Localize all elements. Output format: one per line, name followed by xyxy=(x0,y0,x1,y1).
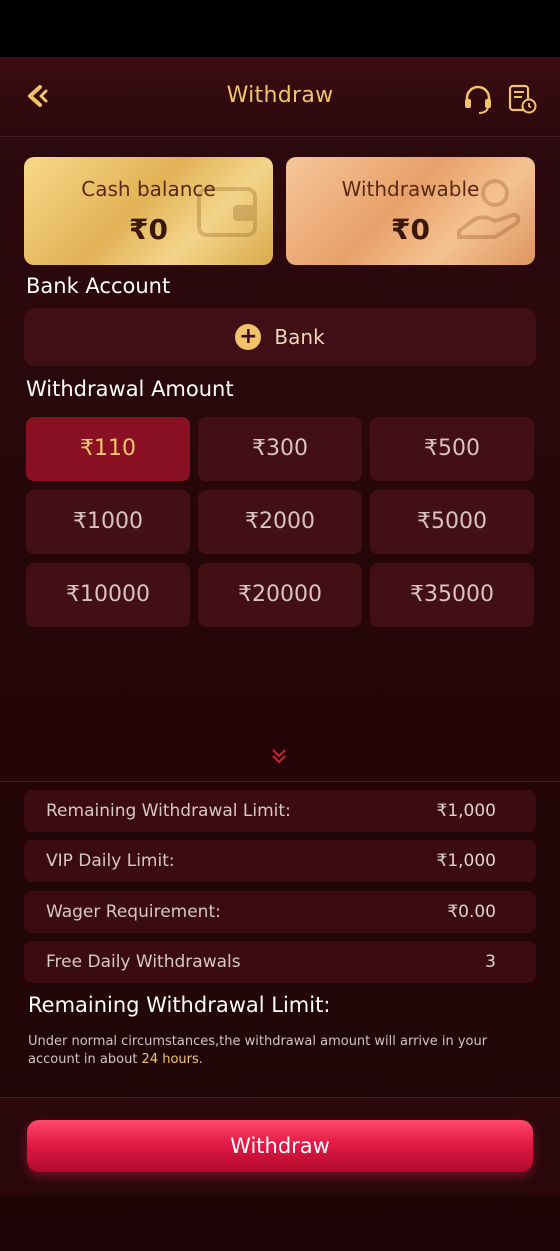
status-bar xyxy=(0,0,560,57)
add-bank-label: Bank xyxy=(274,325,325,349)
expand-more-button[interactable] xyxy=(268,745,290,767)
withdraw-button[interactable]: Withdraw xyxy=(27,1120,533,1172)
note-highlight: 24 hours xyxy=(141,1052,199,1067)
note-heading: Remaining Withdrawal Limit: xyxy=(28,993,331,1017)
cash-balance-label: Cash balance xyxy=(81,177,216,201)
amount-option-5000[interactable]: ₹5000 xyxy=(370,490,534,554)
double-chevron-down-icon xyxy=(272,749,286,764)
section-divider xyxy=(0,781,560,782)
cash-balance-card: Cash balance ₹0 xyxy=(24,157,273,265)
amount-option-300[interactable]: ₹300 xyxy=(198,417,362,481)
vip-daily-limit-label: VIP Daily Limit: xyxy=(46,851,175,871)
withdrawable-card: Withdrawable ₹0 xyxy=(286,157,535,265)
amount-option-20000[interactable]: ₹20000 xyxy=(198,563,362,627)
vip-daily-limit-value: ₹1,000 xyxy=(436,851,496,871)
withdrawable-label: Withdrawable xyxy=(341,177,480,201)
withdrawal-amount-heading: Withdrawal Amount xyxy=(26,377,234,401)
note-text: Under normal circumstances,the withdrawa… xyxy=(28,1034,488,1067)
plus-circle-icon: + xyxy=(235,324,262,350)
withdrawable-value: ₹0 xyxy=(391,213,430,246)
cash-balance-value: ₹0 xyxy=(129,213,168,246)
app-header: Withdraw xyxy=(0,57,560,137)
amount-option-35000[interactable]: ₹35000 xyxy=(370,563,534,627)
free-daily-withdrawals-row: Free Daily Withdrawals 3 xyxy=(24,941,536,983)
wager-requirement-label: Wager Requirement: xyxy=(46,902,221,922)
withdraw-screen: Withdraw Cash balance ₹0 Withdrawable ₹0… xyxy=(0,57,560,1251)
amount-option-2000[interactable]: ₹2000 xyxy=(198,490,362,554)
add-bank-button[interactable]: + Bank xyxy=(24,308,536,366)
customer-support-button[interactable] xyxy=(462,83,494,115)
free-daily-withdrawals-label: Free Daily Withdrawals xyxy=(46,952,241,972)
bank-account-heading: Bank Account xyxy=(26,274,171,298)
note-text-end: . xyxy=(198,1052,203,1067)
amount-option-500[interactable]: ₹500 xyxy=(370,417,534,481)
vip-daily-limit-row: VIP Daily Limit: ₹1,000 xyxy=(24,840,536,882)
remaining-limit-row: Remaining Withdrawal Limit: ₹1,000 xyxy=(24,790,536,832)
headset-icon xyxy=(465,85,491,114)
remaining-limit-value: ₹1,000 xyxy=(436,801,496,821)
amount-option-110[interactable]: ₹110 xyxy=(26,417,190,481)
record-history-icon xyxy=(508,84,537,114)
free-daily-withdrawals-value: 3 xyxy=(485,952,496,972)
remaining-limit-label: Remaining Withdrawal Limit: xyxy=(46,801,291,821)
withdrawal-history-button[interactable] xyxy=(506,83,538,115)
footer-bar: Withdraw xyxy=(0,1097,560,1193)
amount-options: ₹110 ₹300 ₹500 ₹1000 ₹2000 ₹5000 ₹10000 … xyxy=(26,417,536,629)
wager-requirement-row: Wager Requirement: ₹0.00 xyxy=(24,891,536,933)
amount-option-10000[interactable]: ₹10000 xyxy=(26,563,190,627)
balance-cards: Cash balance ₹0 Withdrawable ₹0 xyxy=(24,157,536,265)
amount-option-1000[interactable]: ₹1000 xyxy=(26,490,190,554)
arrival-note: Under normal circumstances,the withdrawa… xyxy=(28,1033,538,1069)
wager-requirement-value: ₹0.00 xyxy=(447,902,496,922)
